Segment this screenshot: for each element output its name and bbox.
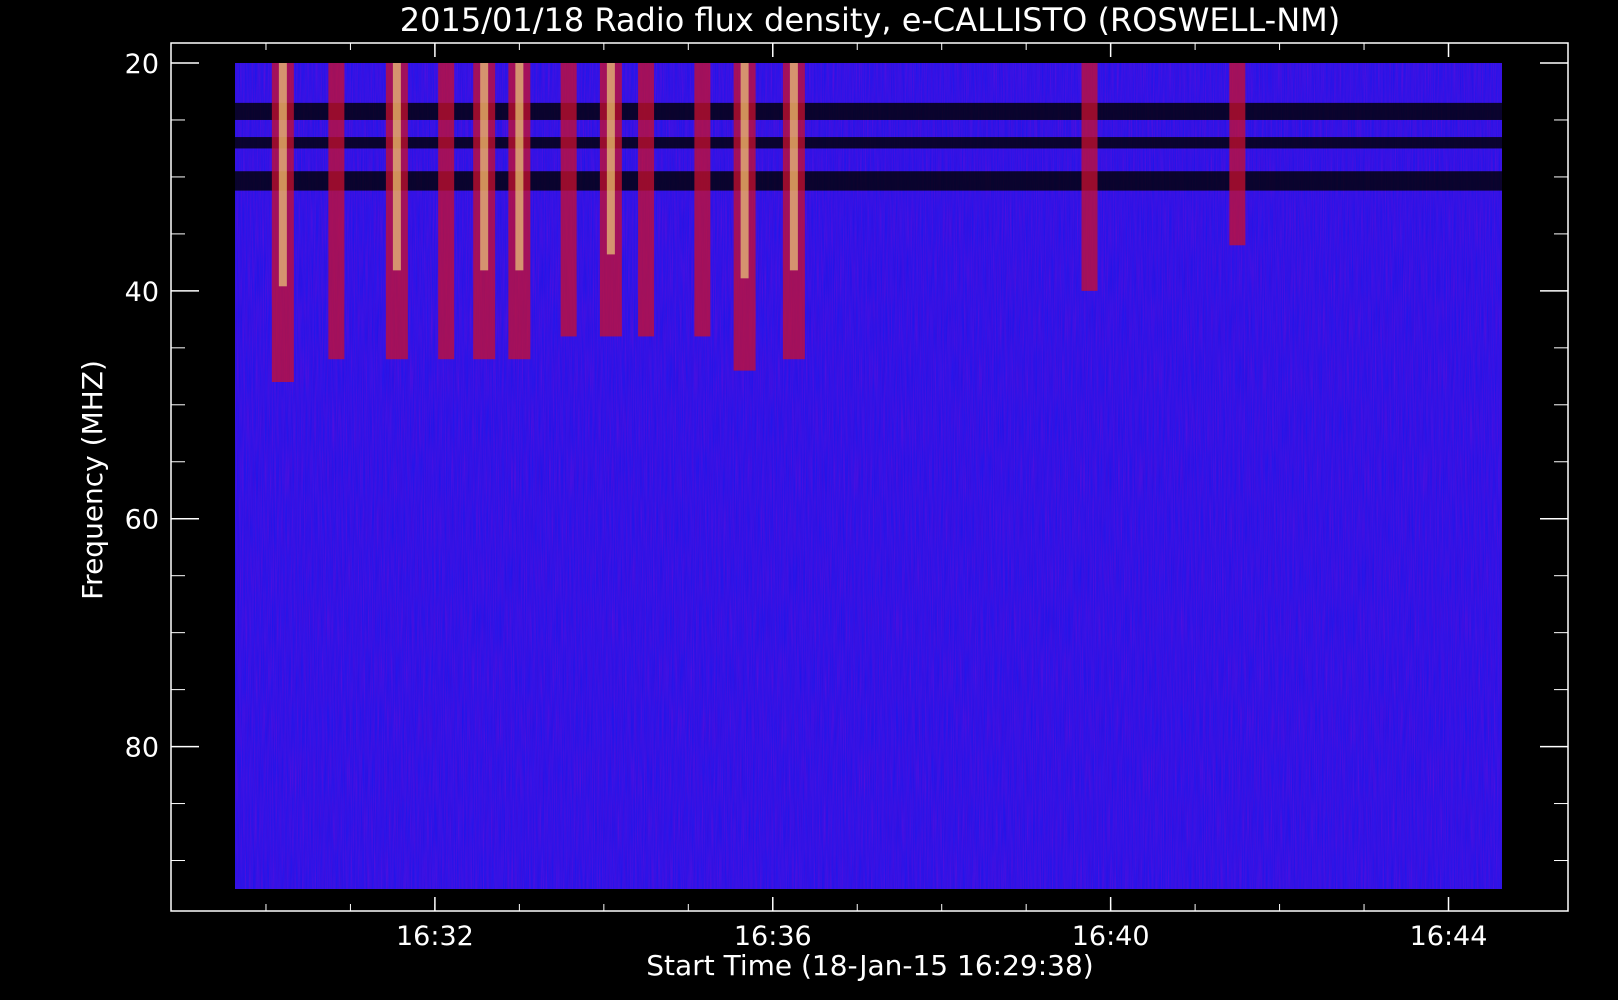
interference-band xyxy=(235,102,1502,120)
burst-column xyxy=(438,63,455,360)
burst-column xyxy=(328,63,345,360)
x-tick-label: 16:32 xyxy=(396,921,474,952)
y-tick-label: 40 xyxy=(125,277,159,308)
x-axis-label: Start Time (18-Jan-15 16:29:38) xyxy=(646,949,1093,982)
x-tick-label: 16:44 xyxy=(1410,921,1488,952)
chart-title: 2015/01/18 Radio flux density, e-CALLIST… xyxy=(400,1,1340,39)
burst-core xyxy=(278,63,287,287)
x-tick-label: 16:40 xyxy=(1072,921,1150,952)
burst-column xyxy=(1229,63,1246,246)
burst-core xyxy=(789,63,798,271)
burst-column xyxy=(638,63,655,337)
burst-core xyxy=(480,63,489,271)
y-tick-label: 60 xyxy=(125,505,159,536)
burst-core xyxy=(606,63,615,255)
burst-core xyxy=(392,63,401,271)
burst-column xyxy=(560,63,577,337)
interference-band xyxy=(235,137,1502,149)
heatmap-bands xyxy=(235,102,1502,191)
chart-root: 2015/01/18 Radio flux density, e-CALLIST… xyxy=(0,0,1618,1000)
plot-area xyxy=(235,63,1502,889)
interference-band xyxy=(235,171,1502,191)
burst-column xyxy=(1081,63,1098,291)
burst-core xyxy=(515,63,524,271)
x-tick-label: 16:36 xyxy=(734,921,812,952)
spectrogram-chart: 2015/01/18 Radio flux density, e-CALLIST… xyxy=(76,1,1569,982)
y-tick-label: 20 xyxy=(125,49,159,80)
burst-core xyxy=(740,63,749,279)
y-tick-label: 80 xyxy=(125,733,159,764)
y-axis-label: Frequency (MHZ) xyxy=(76,360,109,600)
burst-column xyxy=(694,63,711,337)
